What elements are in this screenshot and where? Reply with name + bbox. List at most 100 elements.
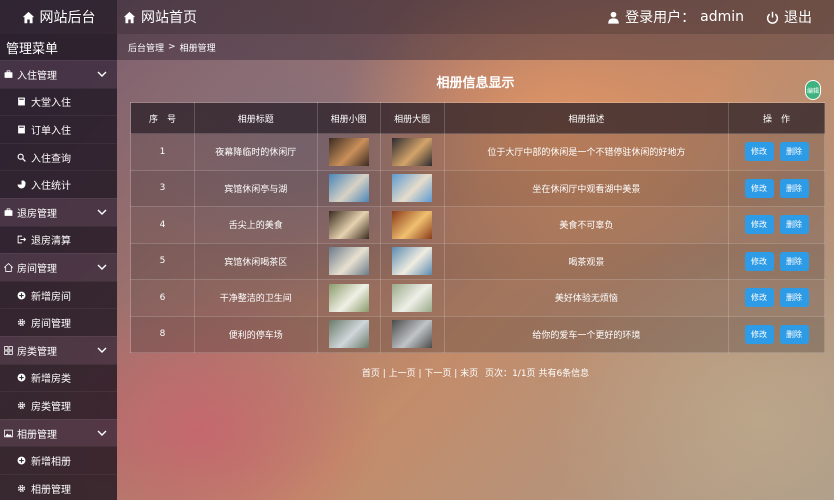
album-small-thumbnail [328, 210, 369, 239]
breadcrumb-root[interactable]: 后台管理 [128, 41, 164, 54]
delete-button[interactable]: 删除 [779, 324, 809, 344]
delete-button[interactable]: 删除 [779, 142, 809, 162]
sidebar-item-add-album[interactable]: 新增相册 [0, 446, 117, 474]
user-prefix: 登录用户： [625, 10, 696, 26]
breadcrumb-separator: > [168, 42, 176, 52]
current-user: 登录用户： admin [607, 7, 744, 27]
table-row: 8 便利的停车场 给你的爱车一个更好的环境 修改 删除 [130, 315, 825, 353]
album-large-thumbnail [392, 137, 433, 166]
album-small-thumbnail [328, 283, 369, 312]
suitcase-icon [4, 208, 13, 217]
edit-button[interactable]: 修改 [744, 251, 774, 271]
delete-button[interactable]: 删除 [779, 215, 809, 235]
cell-actions: 修改 删除 [728, 279, 825, 317]
sidebar-item-checkout-settle[interactable]: 退房清算 [0, 225, 117, 254]
table-row: 6 干净整洁的卫生间 美好体验无烦恼 修改 删除 [130, 279, 825, 317]
chevron-down-icon [97, 69, 107, 79]
cell-title: 便利的停车场 [193, 315, 318, 353]
sidebar-item-label: 入住统计 [31, 181, 71, 193]
table-row: 5 宾馆休闲喝茶区 喝茶观景 修改 删除 [130, 242, 825, 280]
search-icon [17, 153, 26, 162]
col-header-large-image: 相册大图 [379, 102, 445, 134]
cell-description: 位于大厅中部的休闲是一个不错停驻休闲的好地方 [443, 133, 730, 171]
cell-large-image [379, 133, 445, 171]
sidebar: 管理菜单 入住管理 大堂入住 订单入住 入住查询 入住统计 退房管理 退房清算 … [0, 34, 117, 500]
col-header-actions: 操 作 [728, 102, 825, 134]
cell-id: 8 [130, 315, 195, 353]
edit-button[interactable]: 修改 [744, 324, 774, 344]
plus-circle-icon [17, 291, 26, 300]
sidebar-item-checkin-stats[interactable]: 入住统计 [0, 170, 117, 198]
edit-button[interactable]: 修改 [744, 142, 774, 162]
cell-id: 5 [130, 242, 195, 280]
sign-out-icon [17, 235, 26, 244]
gear-icon [17, 484, 26, 493]
album-small-thumbnail [328, 137, 369, 166]
sidebar-item-label: 相册管理 [31, 484, 71, 496]
pager-prev[interactable]: 上一页 [389, 369, 416, 379]
sidebar-item-label: 房类管理 [31, 401, 71, 413]
sidebar-item-label: 房间管理 [31, 319, 71, 331]
home-icon [4, 262, 13, 272]
album-small-thumbnail [328, 174, 369, 203]
delete-button[interactable]: 删除 [779, 178, 809, 198]
cell-description: 美好体验无烦恼 [443, 279, 730, 317]
edit-button[interactable]: 修改 [744, 215, 774, 235]
gear-icon [17, 401, 26, 410]
col-header-title: 相册标题 [193, 102, 318, 134]
edit-button[interactable]: 修改 [744, 178, 774, 198]
sidebar-item-album-manage[interactable]: 相册管理 [0, 473, 117, 500]
col-header-description: 相册描述 [443, 102, 730, 134]
cell-small-image [316, 279, 381, 317]
pager-next[interactable]: 下一页 [424, 369, 451, 379]
sidebar-group-rooms[interactable]: 房间管理 [0, 253, 117, 281]
sidebar-group-checkout[interactable]: 退房管理 [0, 197, 117, 226]
site-home-link[interactable]: 网站首页 [123, 7, 197, 27]
chevron-down-icon [97, 428, 107, 438]
sidebar-item-add-room-type[interactable]: 新增房类 [0, 363, 117, 392]
sidebar-item-checkin-search[interactable]: 入住查询 [0, 142, 117, 171]
sidebar-item-room-type-manage[interactable]: 房类管理 [0, 391, 117, 419]
cell-large-image [379, 206, 445, 244]
cell-large-image [379, 279, 445, 317]
pie-chart-icon [17, 180, 26, 189]
chevron-down-icon [97, 345, 107, 355]
sidebar-item-room-manage[interactable]: 房间管理 [0, 308, 117, 336]
cell-small-image [316, 206, 381, 244]
album-small-thumbnail [328, 320, 369, 349]
sidebar-group-room-types[interactable]: 房类管理 [0, 335, 117, 364]
cell-description: 给你的爱车一个更好的环境 [443, 315, 730, 353]
sidebar-item-order-checkin[interactable]: 订单入住 [0, 115, 117, 143]
edit-button[interactable]: 修改 [744, 288, 774, 308]
sidebar-item-label: 退房清算 [31, 236, 71, 248]
cell-title: 干净整洁的卫生间 [193, 279, 318, 317]
cell-actions: 修改 删除 [728, 133, 825, 171]
logout-button[interactable]: 退出 [766, 7, 812, 27]
album-large-thumbnail [392, 283, 433, 312]
pagination: 首页 | 上一页 | 下一页 | 末页 页次：1/1页 共有6条信息 [361, 369, 590, 379]
cell-description: 坐在休闲厅中观看湖中美景 [443, 169, 730, 207]
cell-small-image [316, 315, 381, 353]
sidebar-group-albums[interactable]: 相册管理 [0, 418, 117, 447]
group-label: 房类管理 [17, 346, 57, 358]
delete-button[interactable]: 删除 [779, 251, 809, 271]
cell-title: 夜幕降临时的休闲厅 [193, 133, 318, 171]
brand[interactable]: 网站后台 [0, 0, 117, 34]
image-icon [4, 429, 13, 438]
sidebar-title: 管理菜单 [0, 34, 117, 60]
breadcrumb: 后台管理 > 相册管理 [117, 34, 834, 60]
cell-actions: 修改 删除 [728, 206, 825, 244]
sidebar-item-add-room[interactable]: 新增房间 [0, 280, 117, 309]
sidebar-item-label: 新增房间 [31, 291, 71, 303]
delete-button[interactable]: 删除 [779, 288, 809, 308]
chevron-down-icon [97, 262, 107, 272]
sidebar-group-checkin[interactable]: 入住管理 [0, 60, 117, 88]
sidebar-item-lobby-checkin[interactable]: 大堂入住 [0, 87, 117, 116]
gear-icon [17, 318, 26, 327]
top-bar: 网站后台 网站首页 登录用户： admin 退出 [0, 0, 834, 34]
edit-badge[interactable]: 编辑 [805, 80, 821, 100]
pager-last[interactable]: 末页 [460, 369, 478, 379]
pager-first[interactable]: 首页 [362, 369, 380, 379]
group-label: 退房管理 [17, 208, 57, 220]
cell-large-image [379, 169, 445, 207]
